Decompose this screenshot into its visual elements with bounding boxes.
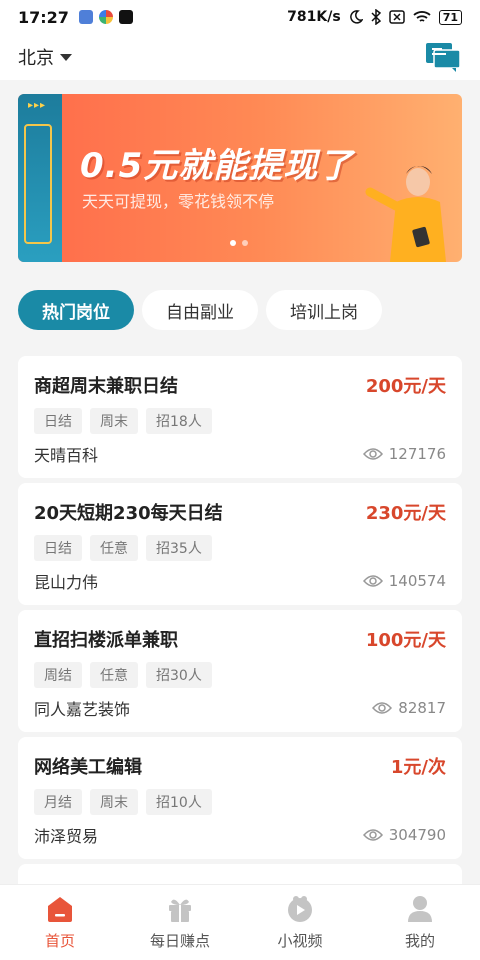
job-tag: 月结: [34, 789, 82, 815]
banner-previous-slide: ▸▸▸: [18, 94, 62, 262]
job-tag: 日结: [34, 535, 82, 561]
tab-hot-jobs[interactable]: 热门岗位: [18, 290, 134, 330]
job-tag: 周结: [34, 662, 82, 688]
job-view-count: 304790: [388, 826, 446, 844]
job-title: 直招扫楼派单兼职: [34, 630, 178, 651]
job-tag: 招10人: [146, 789, 212, 815]
job-pay: 100元/天: [365, 630, 446, 651]
category-tabs: 热门岗位 自由副业 培训上岗: [18, 290, 382, 330]
bottom-nav: 首页 每日赚点 小视频 我的: [0, 884, 480, 960]
job-views: 82817: [372, 699, 446, 717]
job-tags: 日结 周末 招18人: [34, 408, 446, 434]
tab-side-jobs[interactable]: 自由副业: [142, 290, 258, 330]
home-icon: [48, 897, 72, 922]
job-tags: 月结 周末 招10人: [34, 789, 446, 815]
job-title: 网络美工编辑: [34, 757, 142, 778]
job-tag: 招18人: [146, 408, 212, 434]
eye-icon: [362, 829, 383, 841]
nav-home[interactable]: 首页: [0, 885, 120, 960]
status-indicators: 781K/s 71: [287, 9, 462, 25]
promo-banner[interactable]: ▸▸▸ 0.5元就能提现了 天天可提现，零花钱领不停: [18, 94, 462, 262]
gift-icon: [169, 899, 191, 922]
nav-short-video-label: 小视频: [277, 932, 323, 950]
carousel-dot: [242, 240, 248, 246]
tab-training[interactable]: 培训上岗: [266, 290, 382, 330]
job-card[interactable]: 网络美工编辑 1元/次 月结 周末 招10人 沛泽贸易 304790: [18, 737, 462, 859]
carousel-dot-active: [230, 240, 236, 246]
job-view-count: 127176: [388, 445, 446, 463]
job-title: 20天短期230每天日结: [34, 503, 223, 524]
job-tags: 周结 任意 招30人: [34, 662, 446, 688]
job-tag: 周末: [90, 408, 138, 434]
wifi-icon: [413, 11, 431, 22]
battery-indicator: 71: [438, 9, 462, 25]
nav-daily-earn-label: 每日赚点: [149, 932, 210, 950]
job-pay: 230元/天: [365, 503, 446, 524]
user-icon: [408, 896, 432, 922]
carousel-indicator: [230, 240, 248, 246]
app-notification-icon: [78, 10, 93, 24]
job-view-count: 140574: [388, 572, 446, 590]
status-app-icons: [78, 10, 133, 24]
video-icon: [288, 896, 312, 922]
city-label: 北京: [18, 48, 54, 69]
caret-down-icon: [60, 53, 72, 61]
job-company: 沛泽贸易: [34, 827, 99, 846]
job-card[interactable]: 直招扫楼派单兼职 100元/天 周结 任意 招30人 同人嘉艺装饰 82817: [18, 610, 462, 732]
job-views: 127176: [362, 445, 446, 463]
moon-icon: [349, 10, 363, 24]
job-tag: 任意: [90, 535, 138, 561]
banner-frame: [24, 124, 52, 244]
job-company: 昆山力伟: [34, 573, 99, 592]
network-speed: 781K/s: [287, 9, 341, 25]
job-views: 304790: [362, 826, 446, 844]
job-tag: 招30人: [146, 662, 212, 688]
eye-icon: [362, 575, 383, 587]
job-view-count: 82817: [398, 699, 446, 717]
banner-arrows: ▸▸▸: [28, 100, 47, 111]
job-tag: 招35人: [146, 535, 212, 561]
job-card[interactable]: 20天短期230每天日结 230元/天 日结 任意 招35人 昆山力伟 1405…: [18, 483, 462, 605]
job-pay: 1元/次: [390, 757, 446, 778]
nav-daily-earn[interactable]: 每日赚点: [120, 885, 240, 960]
app-notification-icon: [98, 10, 113, 24]
tiktok-icon: [118, 10, 133, 24]
nav-profile[interactable]: 我的: [360, 885, 480, 960]
sim-off-icon: [388, 10, 405, 24]
job-company: 天晴百科: [34, 446, 99, 465]
person-illustration: [365, 166, 446, 262]
city-selector[interactable]: 北京: [18, 44, 72, 70]
top-bar: 北京: [0, 34, 480, 80]
job-tags: 日结 任意 招35人: [34, 535, 446, 561]
job-tag: 任意: [90, 662, 138, 688]
status-time: 17:27: [18, 7, 69, 27]
job-views: 140574: [362, 572, 446, 590]
eye-icon: [362, 448, 383, 460]
messages-button[interactable]: [424, 41, 462, 73]
job-card[interactable]: 商超周末兼职日结 200元/天 日结 周末 招18人 天晴百科 127176: [18, 356, 462, 478]
status-bar: 17:27 781K/s 71: [0, 0, 480, 34]
job-pay: 200元/天: [365, 376, 446, 397]
eye-icon: [372, 702, 393, 714]
nav-home-label: 首页: [44, 932, 75, 950]
banner-title: 0.5元就能提现了: [80, 146, 354, 186]
banner-subtitle: 天天可提现，零花钱领不停: [82, 192, 275, 211]
nav-profile-label: 我的: [404, 932, 435, 950]
job-title: 商超周末兼职日结: [34, 376, 178, 397]
bluetooth-icon: [371, 9, 381, 25]
chat-icon: [426, 43, 461, 72]
job-tag: 周末: [90, 789, 138, 815]
job-company: 同人嘉艺装饰: [34, 700, 131, 719]
nav-short-video[interactable]: 小视频: [240, 885, 360, 960]
job-tag: 日结: [34, 408, 82, 434]
